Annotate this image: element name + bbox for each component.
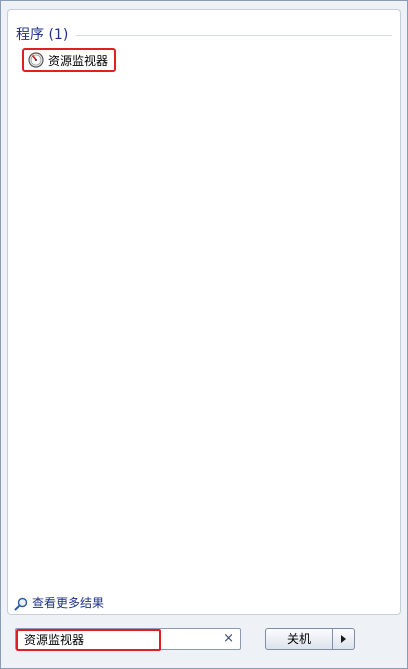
clear-icon[interactable]: × bbox=[223, 631, 234, 646]
see-more-label: 查看更多结果 bbox=[32, 596, 105, 610]
result-item-resource-monitor[interactable]: 资源监视器 bbox=[22, 48, 116, 72]
shutdown-options-button[interactable] bbox=[333, 628, 355, 650]
resource-monitor-icon bbox=[28, 52, 44, 68]
shutdown-controls: 关机 bbox=[265, 628, 355, 650]
group-title[interactable]: 程序 (1) bbox=[16, 24, 68, 44]
chevron-right-icon bbox=[341, 635, 346, 643]
search-input[interactable]: 资源监视器 × bbox=[15, 628, 241, 651]
group-divider bbox=[76, 34, 392, 36]
search-input-value[interactable]: 资源监视器 bbox=[16, 629, 161, 651]
search-results-panel: 程序 (1) 资源监视器 查看更多结果 bbox=[7, 9, 401, 615]
shutdown-button[interactable]: 关机 bbox=[265, 628, 333, 650]
search-icon bbox=[14, 596, 28, 610]
start-menu: 程序 (1) 资源监视器 查看更多结果 资源监视器 × 关机 bbox=[0, 0, 408, 669]
result-item-label: 资源监视器 bbox=[48, 53, 109, 68]
group-header-programs: 程序 (1) bbox=[16, 24, 392, 44]
see-more-results-link[interactable]: 查看更多结果 bbox=[14, 594, 104, 611]
